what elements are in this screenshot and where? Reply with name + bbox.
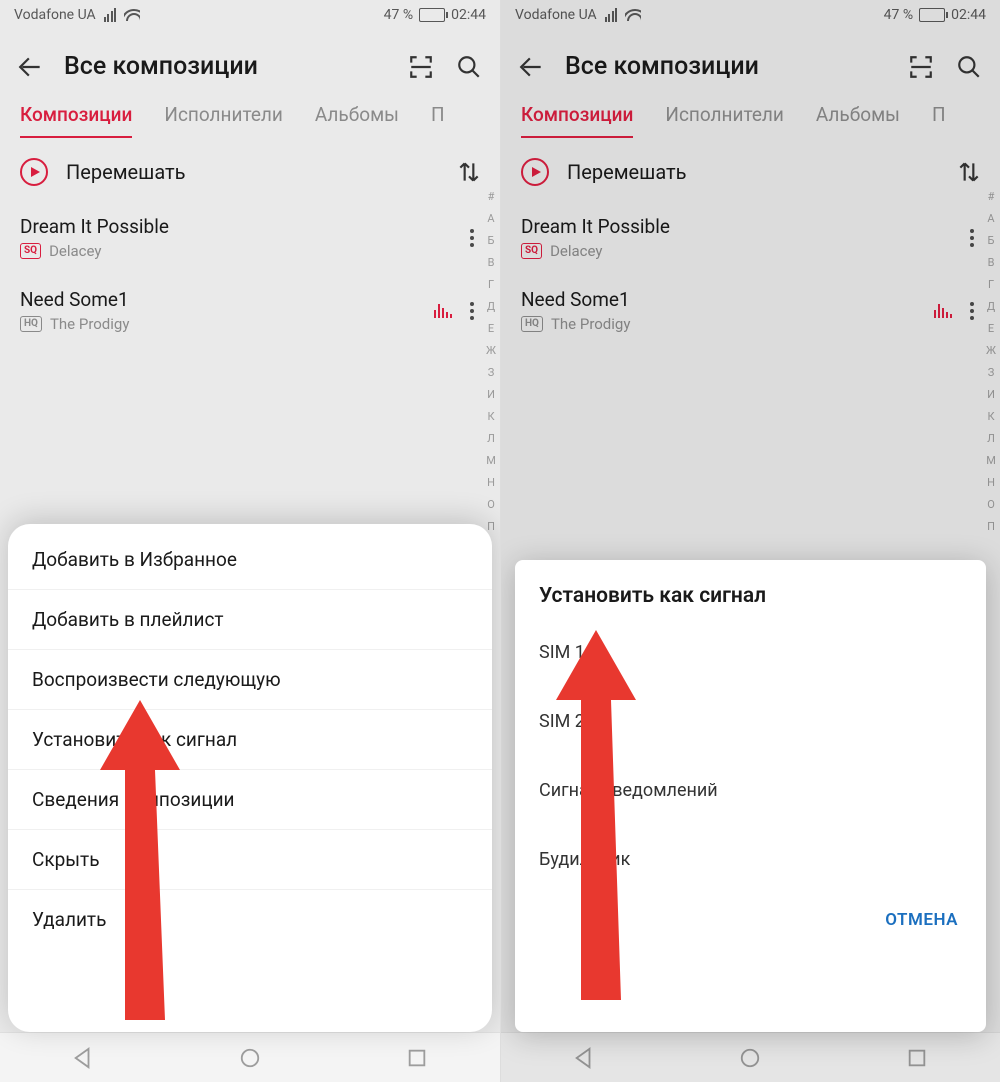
dialog-title: Установить как сигнал xyxy=(515,560,986,618)
signal-icon xyxy=(104,8,117,22)
menu-delete[interactable]: Удалить xyxy=(8,890,492,949)
menu-add-playlist[interactable]: Добавить в плейлист xyxy=(8,590,492,650)
carrier-label: Vodafone UA xyxy=(14,7,96,23)
more-icon[interactable] xyxy=(462,229,482,247)
shuffle-row[interactable]: Перемешать xyxy=(0,138,500,201)
screen-left: Vodafone UA 47 % 02:44 Все композиции Ко… xyxy=(0,0,500,1082)
now-playing-icon xyxy=(434,304,452,318)
dialog-sim1[interactable]: SIM 1 xyxy=(515,618,986,687)
clock: 02:44 xyxy=(451,7,486,23)
play-icon xyxy=(20,158,48,186)
screen-right: Vodafone UA 47 % 02:44 Все композиции Ко… xyxy=(500,0,1000,1082)
menu-add-favorite[interactable]: Добавить в Избранное xyxy=(8,530,492,590)
menu-hide[interactable]: Скрыть xyxy=(8,830,492,890)
header: Все композиции xyxy=(0,30,500,103)
page-title: Все композиции xyxy=(64,52,388,81)
dialog-cancel[interactable]: ОТМЕНА xyxy=(515,894,986,944)
tabs: Композиции Исполнители Альбомы П xyxy=(0,103,500,138)
sort-icon[interactable] xyxy=(456,159,482,185)
more-icon[interactable] xyxy=(462,302,482,320)
tab-tracks[interactable]: Композиции xyxy=(20,103,132,138)
nav-bar xyxy=(0,1032,500,1082)
battery-percent: 47 % xyxy=(384,7,413,23)
menu-info[interactable]: Сведения композиции xyxy=(8,770,492,830)
back-icon[interactable] xyxy=(18,54,44,80)
tab-more[interactable]: П xyxy=(431,103,445,138)
track-title: Dream It Possible xyxy=(20,215,462,238)
context-menu-sheet: Добавить в Избранное Добавить в плейлист… xyxy=(8,524,492,1032)
dialog-notification[interactable]: Сигнал уведомлений xyxy=(515,756,986,825)
tab-artists[interactable]: Исполнители xyxy=(164,103,282,138)
wifi-icon xyxy=(124,9,140,21)
track-list: Dream It Possible SQ Delacey Need Some1 … xyxy=(0,201,500,347)
ringtone-dialog: Установить как сигнал SIM 1 SIM 2 Сигнал… xyxy=(515,560,986,1032)
nav-home-icon[interactable] xyxy=(239,1047,261,1069)
dialog-sim2[interactable]: SIM 2 xyxy=(515,687,986,756)
track-artist: Delacey xyxy=(49,242,101,260)
search-icon[interactable] xyxy=(456,54,482,80)
tab-albums[interactable]: Альбомы xyxy=(315,103,399,138)
menu-play-next[interactable]: Воспроизвести следующую xyxy=(8,650,492,710)
quality-badge: HQ xyxy=(20,316,42,332)
nav-recent-icon[interactable] xyxy=(406,1047,428,1069)
alpha-index[interactable]: #АБ ВГД ЕЖЗ ИКЛ МНО П xyxy=(486,190,496,533)
menu-set-as-ringtone[interactable]: Установить как сигнал xyxy=(8,710,492,770)
track-row[interactable]: Need Some1 HQ The Prodigy xyxy=(20,274,500,347)
scan-icon[interactable] xyxy=(408,54,434,80)
track-title: Need Some1 xyxy=(20,288,434,311)
track-artist: The Prodigy xyxy=(50,315,129,333)
battery-icon xyxy=(419,8,445,22)
track-row[interactable]: Dream It Possible SQ Delacey xyxy=(20,201,500,274)
status-bar: Vodafone UA 47 % 02:44 xyxy=(0,0,500,30)
nav-back-icon[interactable] xyxy=(72,1047,94,1069)
dialog-alarm[interactable]: Будильник xyxy=(515,825,986,894)
shuffle-label: Перемешать xyxy=(66,160,438,184)
quality-badge: SQ xyxy=(20,243,41,259)
